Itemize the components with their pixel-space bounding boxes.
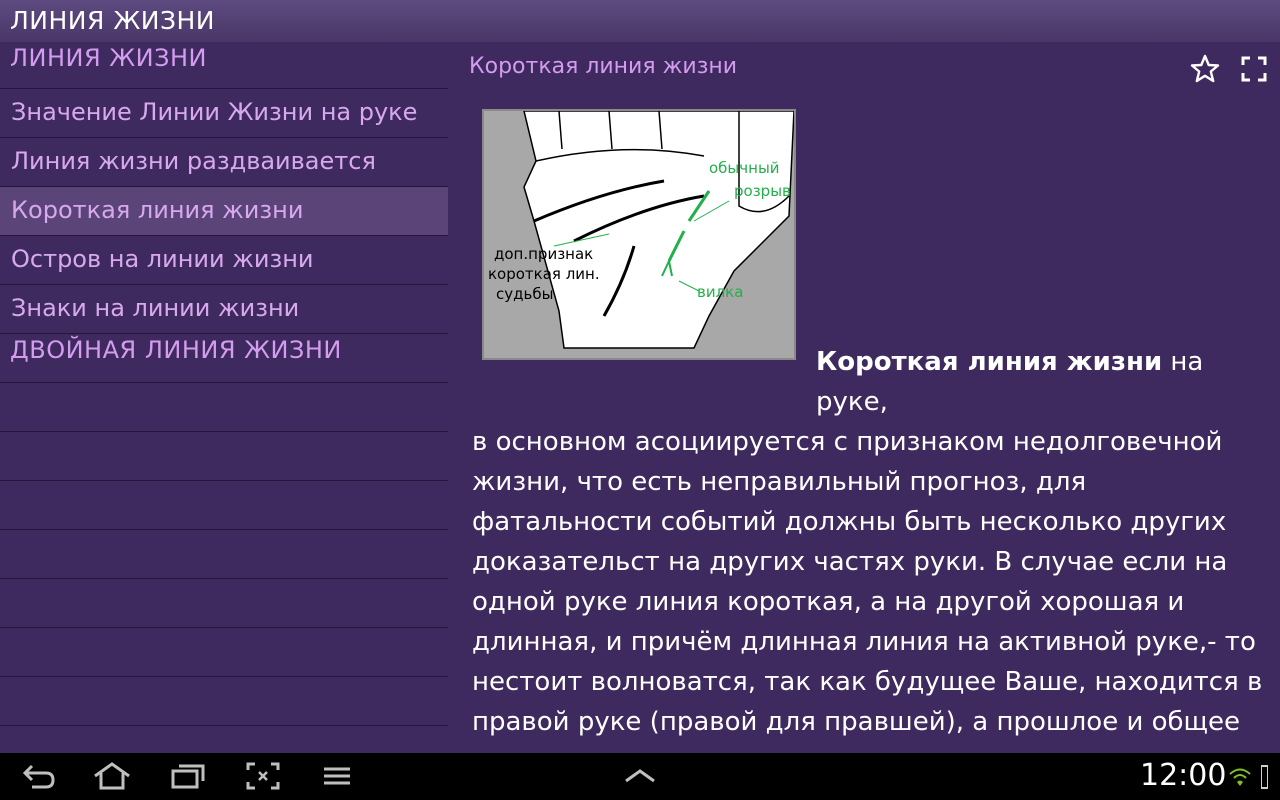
sidebar-empty-row [0, 432, 448, 481]
label-normal: обычный [709, 159, 780, 177]
sidebar: ЛИНИЯ ЖИЗНИ Значение Линии Жизни на руке… [0, 42, 448, 753]
fullscreen-icon[interactable] [1241, 56, 1267, 82]
label-gap: розрыв [734, 182, 791, 200]
content-title: Короткая линия жизни [469, 54, 738, 79]
signal-icon [1261, 765, 1268, 789]
content-pane: Короткая линия жизни обычный розрыв доп.… [448, 42, 1280, 753]
recent-apps-icon[interactable] [170, 761, 206, 791]
status-clock: 12:00 [1140, 758, 1227, 793]
label-extra-sign-3: судьбы [496, 285, 553, 303]
sidebar-empty-row [0, 628, 448, 677]
screenshot-icon[interactable] [245, 761, 281, 791]
app-title: ЛИНИЯ ЖИЗНИ [10, 6, 215, 35]
label-extra-sign-1: доп.признак [494, 245, 593, 263]
sidebar-header-double-line[interactable]: ДВОЙНАЯ ЛИНИЯ ЖИЗНИ [0, 334, 448, 383]
sidebar-header-life-line[interactable]: ЛИНИЯ ЖИЗНИ [0, 42, 448, 88]
sidebar-item-label: Короткая линия жизни [11, 196, 304, 224]
sidebar-empty-row [0, 481, 448, 530]
article-bold-lead: Короткая линия жизни [816, 347, 1163, 377]
sidebar-empty-row [0, 579, 448, 628]
menu-icon[interactable] [322, 761, 352, 791]
home-icon[interactable] [92, 761, 132, 791]
article-first-line: Короткая линия жизни на руке, [472, 342, 1272, 422]
sidebar-empty-row [0, 530, 448, 579]
wifi-icon [1229, 768, 1251, 786]
sidebar-item-label: Значение Линии Жизни на руке [11, 98, 418, 126]
label-fork: вилка [697, 283, 743, 301]
sidebar-item-island[interactable]: Остров на линии жизни [0, 236, 448, 285]
up-arrow-icon[interactable] [622, 761, 658, 791]
palm-illustration: обычный розрыв доп.признак короткая лин.… [482, 109, 796, 360]
sidebar-item-meaning[interactable]: Значение Линии Жизни на руке [0, 88, 448, 138]
article-text: Короткая линия жизни на руке, в основном… [472, 342, 1272, 753]
sidebar-item-label: ЛИНИЯ ЖИЗНИ [10, 44, 207, 72]
sidebar-item-label: ДВОЙНАЯ ЛИНИЯ ЖИЗНИ [10, 336, 342, 364]
sidebar-item-label: Знаки на линии жизни [11, 294, 300, 322]
sidebar-item-signs[interactable]: Знаки на линии жизни [0, 285, 448, 334]
sidebar-item-label: Остров на линии жизни [11, 245, 314, 273]
sidebar-empty-row [0, 677, 448, 726]
label-extra-sign-2: короткая лин. [488, 265, 600, 283]
title-bar: ЛИНИЯ ЖИЗНИ [0, 0, 1280, 42]
sidebar-item-splits[interactable]: Линия жизни раздваивается [0, 138, 448, 187]
system-nav-bar: 12:00 [0, 753, 1280, 800]
sidebar-item-label: Линия жизни раздваивается [11, 147, 376, 175]
sidebar-empty-row [0, 383, 448, 432]
star-icon[interactable] [1190, 54, 1220, 84]
sidebar-item-short[interactable]: Короткая линия жизни [0, 187, 448, 236]
palm-drawing: обычный розрыв доп.признак короткая лин.… [488, 110, 795, 349]
article-body: в основном асоциируется с признаком недо… [472, 427, 1263, 753]
back-icon[interactable] [22, 761, 56, 791]
